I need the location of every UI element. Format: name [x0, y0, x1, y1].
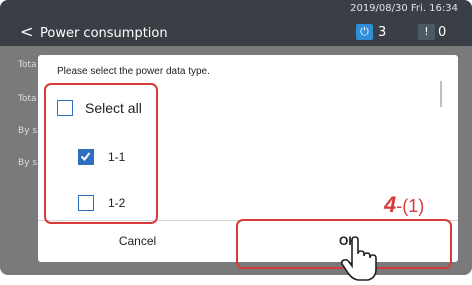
screenshot-frame: < Power consumption 2019/08/30 Fri. 16:3… — [0, 0, 472, 285]
warning-icon: ! — [418, 24, 435, 40]
step-sub: -(1) — [396, 196, 425, 216]
dialog-title: Please select the power data type. — [57, 66, 210, 77]
background-item: By s — [18, 158, 38, 168]
page-title: Power consumption — [40, 26, 168, 41]
pointer-hand-icon — [340, 236, 377, 281]
cancel-button-label: Cancel — [118, 234, 157, 248]
header-bar: < Power consumption 2019/08/30 Fri. 16:3… — [0, 0, 472, 46]
scrollbar[interactable] — [440, 81, 442, 107]
back-button[interactable]: < — [20, 24, 33, 40]
power-icon: ⏻ — [356, 24, 373, 40]
background-item: By s — [18, 126, 38, 136]
cancel-button[interactable]: Cancel — [38, 221, 237, 263]
background-item: Tota — [18, 60, 37, 70]
step-number: 4 — [384, 192, 397, 217]
warning-count: 0 — [438, 25, 447, 40]
power-count: 3 — [378, 25, 387, 40]
options-highlight — [44, 83, 158, 224]
datetime-label: 2019/08/30 Fri. 16:34 — [350, 3, 458, 14]
background-item: Tota — [18, 94, 37, 104]
step-label: 4-(1) — [384, 192, 424, 218]
